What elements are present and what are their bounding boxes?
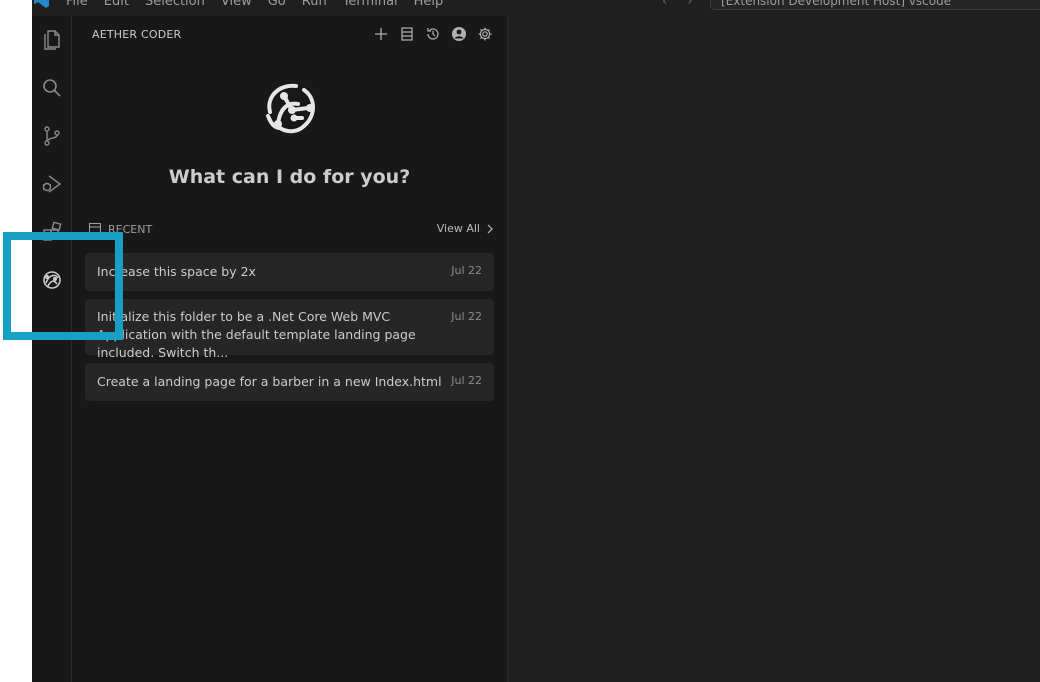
editor-area[interactable] bbox=[508, 16, 1040, 682]
layout-icon[interactable] bbox=[399, 26, 415, 42]
back-arrow-icon[interactable]: ‹ bbox=[662, 0, 667, 9]
recent-item-text: Initialize this folder to be a .Net Core… bbox=[97, 309, 416, 360]
recent-item-date: Jul 22 bbox=[451, 264, 482, 277]
menu-go[interactable]: Go bbox=[268, 0, 286, 9]
vscode-window: File Edit Selection View Go Run Terminal… bbox=[32, 0, 1040, 682]
title-bar: File Edit Selection View Go Run Terminal… bbox=[32, 0, 1040, 16]
menu-bar: File Edit Selection View Go Run Terminal… bbox=[66, 0, 443, 9]
menu-view[interactable]: View bbox=[221, 0, 252, 9]
files-icon[interactable] bbox=[32, 24, 71, 56]
chevron-right-icon bbox=[487, 224, 493, 233]
hero-title: What can I do for you? bbox=[168, 166, 411, 188]
view-all-link[interactable]: View All bbox=[437, 222, 494, 235]
nav-arrows: ‹ › bbox=[662, 0, 692, 9]
aether-logo-icon bbox=[266, 83, 315, 134]
recent-item[interactable]: Increase this space by 2x Jul 22 bbox=[85, 253, 494, 291]
vscode-logo-icon bbox=[34, 0, 49, 8]
recent-header: RECENT View All bbox=[89, 222, 494, 238]
recent-item-date: Jul 22 bbox=[451, 374, 482, 387]
command-center[interactable]: [Extension Development Host] vscode bbox=[710, 0, 1040, 10]
aether-coder-icon[interactable] bbox=[32, 264, 71, 296]
menu-selection[interactable]: Selection bbox=[145, 0, 205, 9]
source-control-icon[interactable] bbox=[32, 120, 71, 152]
menu-file[interactable]: File bbox=[66, 0, 88, 9]
recent-item-date: Jul 22 bbox=[451, 310, 482, 323]
aether-coder-panel: AETHER CODER What can I do for you? RECE… bbox=[72, 16, 508, 682]
run-debug-icon[interactable] bbox=[32, 168, 71, 200]
forward-arrow-icon[interactable]: › bbox=[687, 0, 692, 9]
search-icon[interactable] bbox=[32, 72, 71, 104]
recent-icon bbox=[89, 223, 101, 235]
menu-edit[interactable]: Edit bbox=[104, 0, 129, 9]
activity-bar bbox=[32, 16, 72, 682]
menu-terminal[interactable]: Terminal bbox=[343, 0, 398, 9]
panel-actions bbox=[373, 26, 493, 42]
extensions-icon[interactable] bbox=[32, 216, 71, 248]
view-all-label: View All bbox=[436, 222, 480, 235]
gear-icon[interactable] bbox=[477, 26, 493, 42]
menu-run[interactable]: Run bbox=[302, 0, 327, 9]
account-icon[interactable] bbox=[451, 26, 467, 42]
panel-title: AETHER CODER bbox=[92, 28, 182, 41]
recent-label: RECENT bbox=[108, 223, 153, 236]
menu-help[interactable]: Help bbox=[414, 0, 444, 9]
recent-item-text: Increase this space by 2x bbox=[97, 264, 256, 279]
plus-icon[interactable] bbox=[373, 26, 389, 42]
recent-item[interactable]: Initialize this folder to be a .Net Core… bbox=[85, 299, 494, 360]
recent-item[interactable]: Create a landing page for a barber in a … bbox=[85, 363, 494, 401]
history-icon[interactable] bbox=[425, 26, 441, 42]
recent-item-text: Create a landing page for a barber in a … bbox=[97, 374, 442, 389]
